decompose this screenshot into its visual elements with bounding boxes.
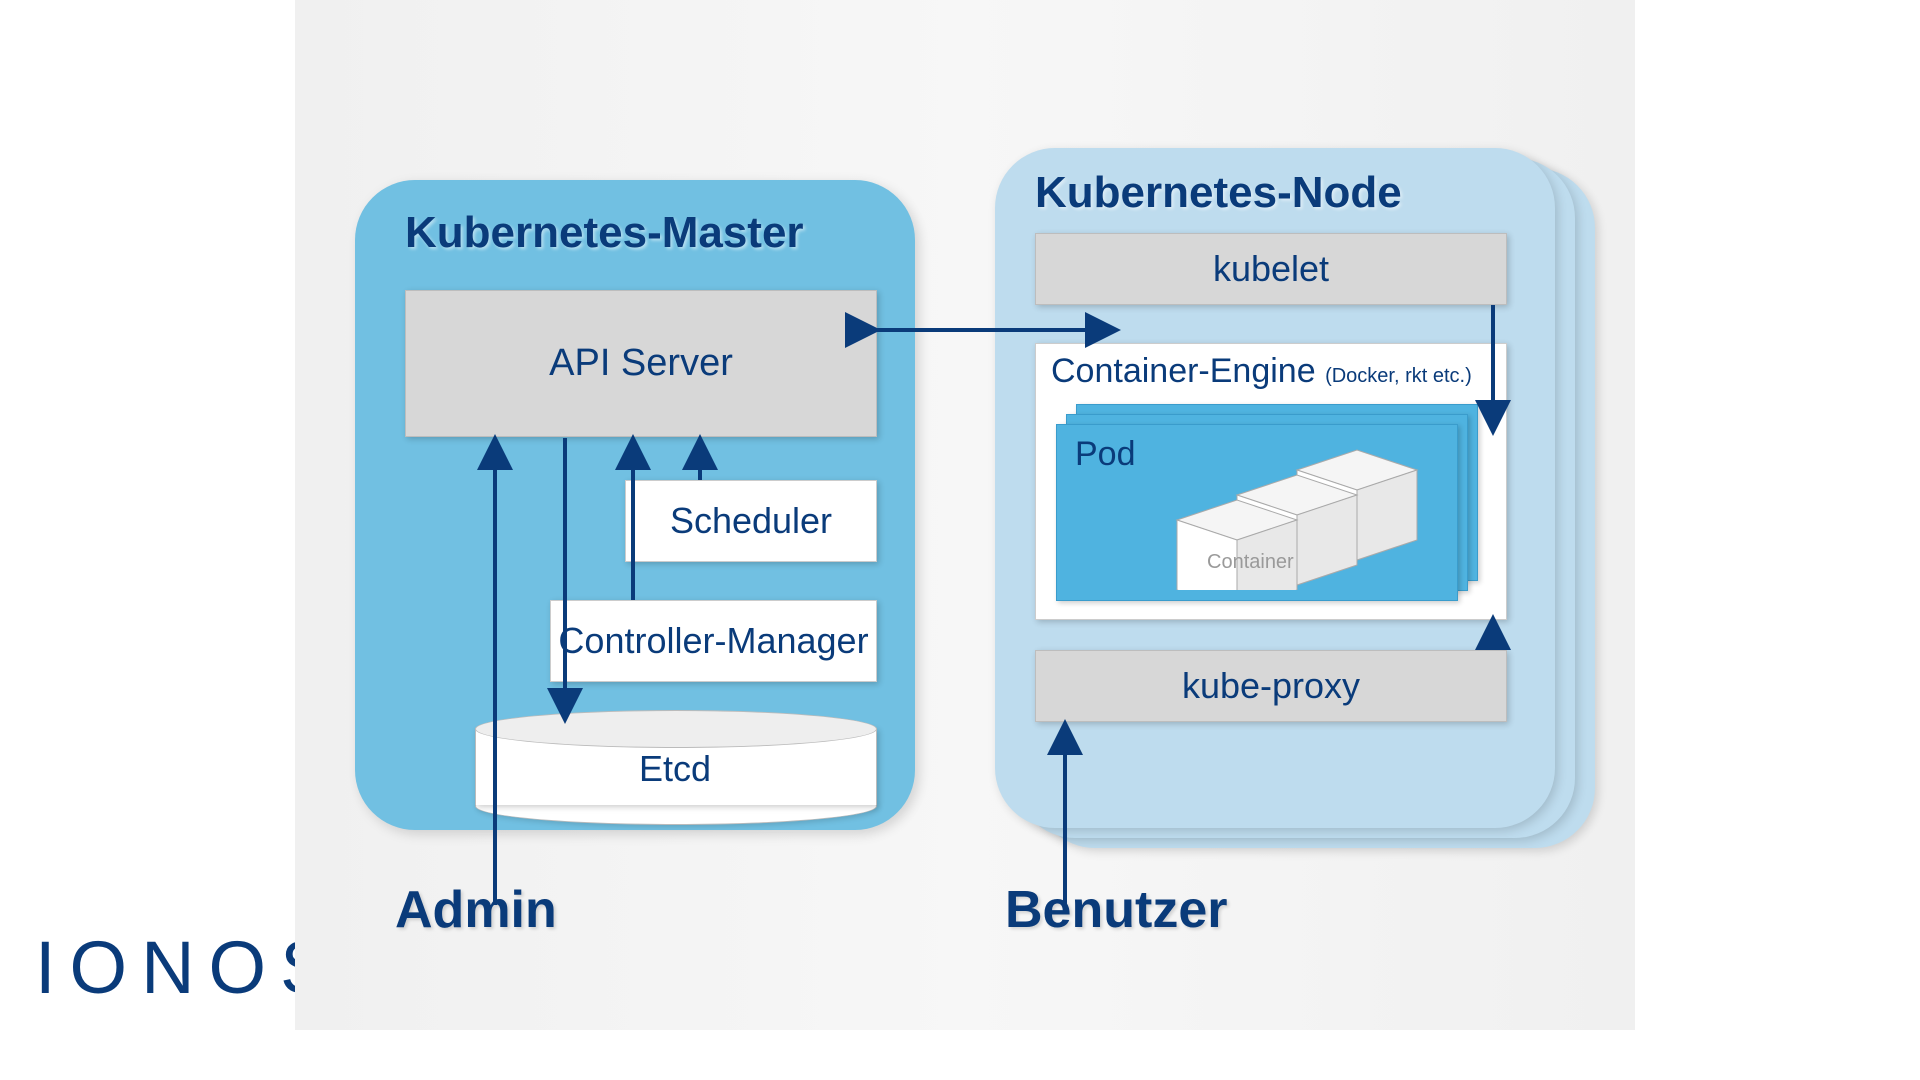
etcd-label: Etcd [475, 748, 875, 790]
pod-card-front: Pod [1056, 424, 1458, 601]
controller-manager-box: Controller-Manager [550, 600, 877, 682]
node-title: Kubernetes-Node [1035, 168, 1402, 218]
kubernetes-node-card-front: Kubernetes-Node kubelet Container-Engine… [995, 148, 1555, 828]
api-server-box: API Server [405, 290, 877, 437]
scheduler-box: Scheduler [625, 480, 877, 562]
master-title: Kubernetes-Master [405, 208, 804, 258]
kubernetes-master-panel: Kubernetes-Master API Server Scheduler C… [355, 180, 915, 830]
container-boxes-icon: Container [1167, 440, 1427, 590]
kubelet-box: kubelet [1035, 233, 1507, 305]
container-engine-title: Container-Engine (Docker, rkt etc.) [1051, 352, 1472, 391]
kube-proxy-box: kube-proxy [1035, 650, 1507, 722]
pod-label: Pod [1075, 435, 1136, 474]
etcd-cylinder-top [475, 710, 877, 748]
engine-subtitle: (Docker, rkt etc.) [1325, 365, 1472, 387]
diagram-stage: Kubernetes-Master API Server Scheduler C… [295, 0, 1635, 1030]
etcd-cylinder: Etcd [475, 710, 875, 805]
admin-actor-label: Admin [395, 880, 557, 940]
engine-name: Container-Engine [1051, 352, 1316, 390]
container-label: Container [1207, 551, 1294, 573]
user-actor-label: Benutzer [1005, 880, 1227, 940]
kubernetes-node-stack: Kubernetes-Node kubelet Container-Engine… [995, 148, 1585, 838]
container-engine-box: Container-Engine (Docker, rkt etc.) Pod [1035, 343, 1507, 620]
pod-stack: Pod [1056, 404, 1476, 599]
